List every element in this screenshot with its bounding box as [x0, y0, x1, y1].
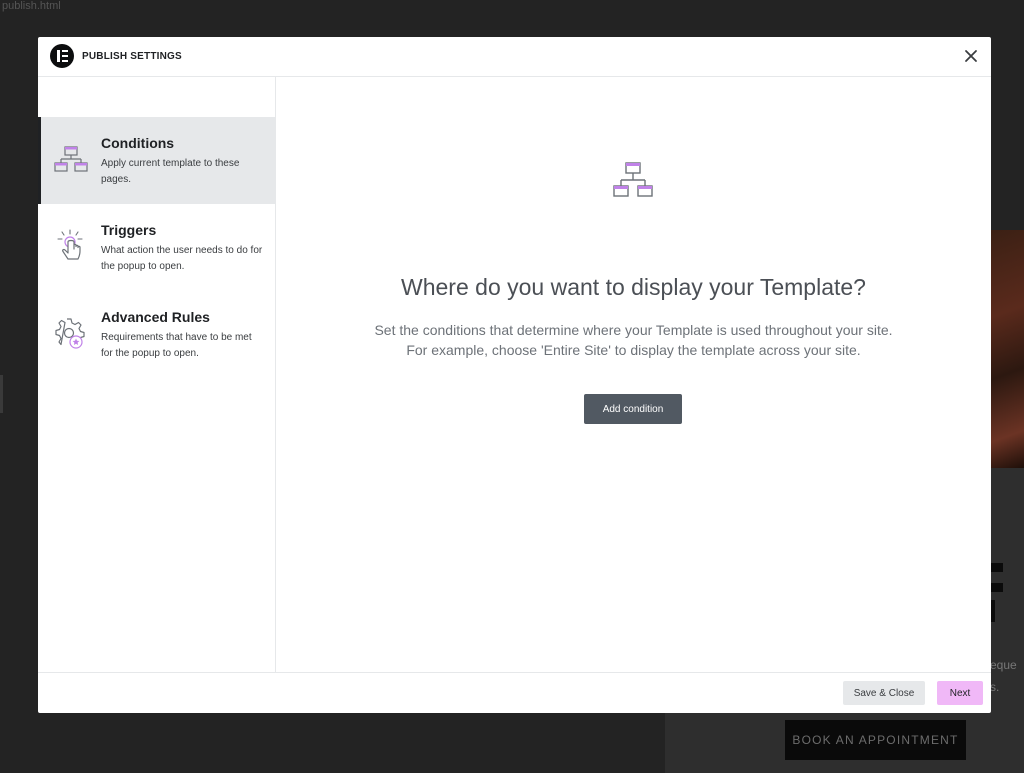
modal-title: PUBLISH SETTINGS: [82, 51, 182, 62]
sidebar-item-conditions[interactable]: Conditions Apply current template to the…: [38, 117, 276, 204]
sidebar-item-title: Conditions: [101, 135, 175, 151]
tap-pointer-icon: [57, 229, 83, 260]
book-appointment-button[interactable]: BOOK AN APPOINTMENT: [785, 720, 966, 760]
background-decor: [990, 583, 1003, 592]
background-page-label: publish.html: [2, 0, 61, 12]
sidebar-item-title: Triggers: [101, 222, 157, 238]
publish-settings-modal: PUBLISH SETTINGS Conditions Apply curren…: [38, 37, 991, 713]
sidebar-item-description: Apply current template to these pages.: [101, 158, 240, 185]
modal-footer: Save & Close Next: [38, 672, 991, 713]
sitemap-icon: [613, 162, 653, 197]
sidebar-item-description: What action the user needs to do for the…: [101, 245, 263, 272]
sidebar-item-title: Advanced Rules: [101, 309, 210, 325]
background-decor: [990, 563, 1003, 572]
gear-star-icon: [55, 318, 85, 349]
conditions-description: Set the conditions that determine where …: [276, 320, 991, 360]
background-photo: [990, 230, 1024, 468]
sitemap-icon: [54, 146, 88, 172]
conditions-heading: Where do you want to display your Templa…: [401, 274, 866, 300]
sidebar-item-triggers[interactable]: Triggers What action the user needs to d…: [38, 204, 276, 291]
close-icon[interactable]: [961, 46, 981, 66]
sidebar-item-advanced-rules[interactable]: Advanced Rules Requirements that have to…: [38, 291, 276, 378]
sidebar-item-description: Requirements that have to be met for the…: [101, 332, 252, 359]
add-condition-button[interactable]: Add condition: [584, 394, 682, 424]
settings-sidebar: Conditions Apply current template to the…: [38, 77, 276, 672]
background-edge-mark: [0, 375, 3, 413]
conditions-description-line: Set the conditions that determine where …: [374, 322, 893, 338]
save-close-button[interactable]: Save & Close: [843, 681, 925, 705]
modal-header: PUBLISH SETTINGS: [38, 37, 991, 77]
conditions-panel: Where do you want to display your Templa…: [276, 77, 991, 672]
conditions-description-line: For example, choose 'Entire Site' to dis…: [406, 342, 861, 358]
elementor-logo-icon: [50, 44, 74, 68]
next-button[interactable]: Next: [937, 681, 983, 705]
background-text-snippet: eque: [990, 658, 1017, 672]
background-text-snippet: s.: [990, 680, 1000, 694]
